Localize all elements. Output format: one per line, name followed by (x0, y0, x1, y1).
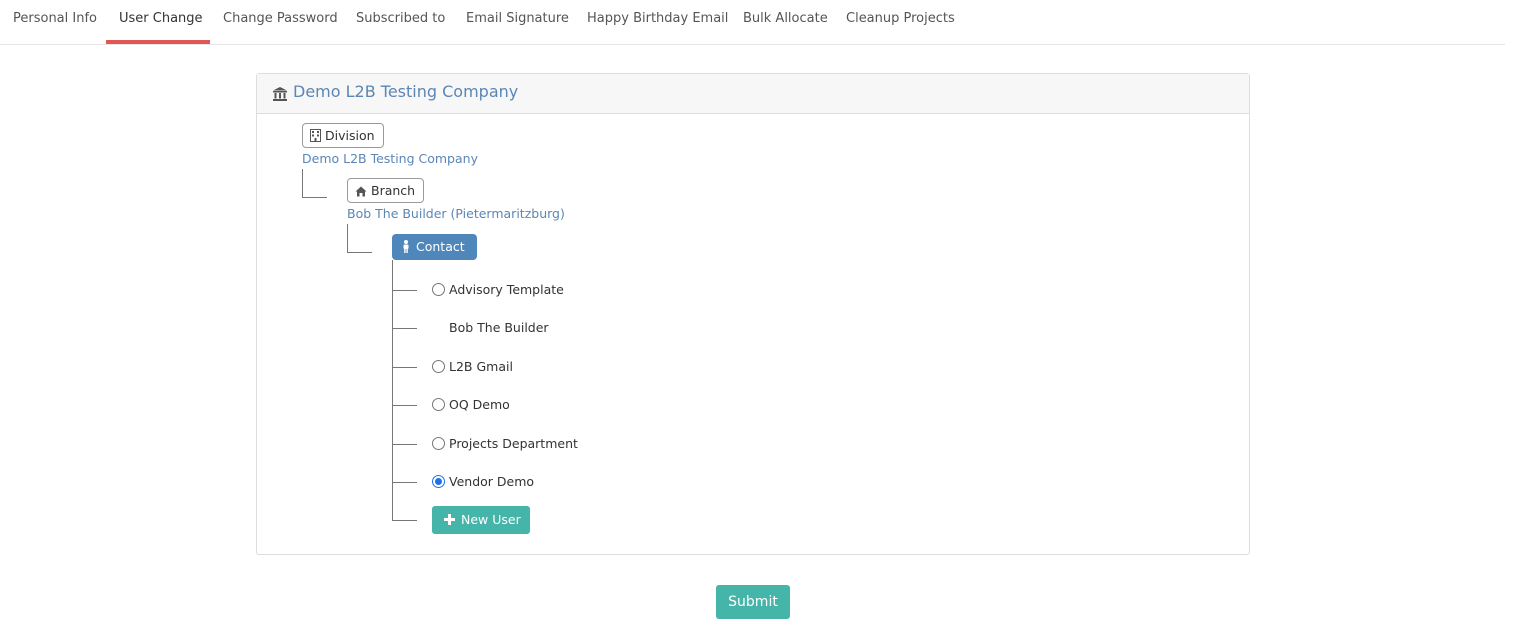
tab-cleanup-projects[interactable]: Cleanup Projects (846, 0, 955, 44)
tree-connector (302, 169, 303, 198)
tab-subscribed-to[interactable]: Subscribed to (356, 0, 445, 44)
panel-header: Demo L2B Testing Company (257, 74, 1249, 114)
user-radio[interactable] (432, 437, 445, 450)
active-tab-indicator (106, 40, 210, 44)
tab-bar: Personal Info User Change Change Passwor… (0, 0, 1505, 45)
tree-connector (392, 482, 417, 483)
bank-icon (273, 87, 287, 101)
panel-title[interactable]: Demo L2B Testing Company (293, 82, 518, 101)
user-name: Vendor Demo (449, 474, 535, 489)
home-icon (355, 186, 367, 197)
branch-name-link[interactable]: Bob The Builder (Pietermaritzburg) (347, 206, 565, 221)
tree-connector (392, 444, 417, 445)
tree-connector (392, 405, 417, 406)
tab-change-password[interactable]: Change Password (223, 0, 338, 44)
user-radio[interactable] (432, 283, 445, 296)
user-radio-selected[interactable] (432, 475, 445, 488)
tab-user-change[interactable]: User Change (119, 0, 203, 44)
tree-connector (392, 290, 417, 291)
tree-connector (302, 197, 327, 198)
tree-connector (347, 224, 348, 253)
tree-connector (392, 520, 417, 521)
tab-personal-info[interactable]: Personal Info (13, 0, 97, 44)
contact-button[interactable]: Contact (392, 234, 477, 260)
user-radio[interactable] (432, 398, 445, 411)
plus-icon (444, 514, 455, 525)
submit-button[interactable]: Submit (716, 585, 790, 619)
tree-connector (347, 252, 372, 253)
tab-bulk-allocate[interactable]: Bulk Allocate (743, 0, 828, 44)
building-icon (310, 129, 321, 142)
person-icon (403, 240, 409, 253)
tab-email-signature[interactable]: Email Signature (466, 0, 569, 44)
branch-label: Branch (371, 183, 416, 198)
new-user-label: New User (461, 512, 521, 527)
user-radio[interactable] (432, 360, 445, 373)
contact-label: Contact (416, 239, 465, 254)
tree-connector (392, 367, 417, 368)
division-label: Division (325, 128, 375, 143)
user-name: Advisory Template (449, 282, 564, 297)
user-name: L2B Gmail (449, 359, 513, 374)
division-name-link[interactable]: Demo L2B Testing Company (302, 151, 478, 166)
user-name: OQ Demo (449, 397, 510, 412)
division-button[interactable]: Division (302, 123, 384, 148)
new-user-button[interactable]: New User (432, 506, 530, 534)
user-name: Bob The Builder (449, 320, 549, 335)
branch-button[interactable]: Branch (347, 178, 425, 203)
user-name: Projects Department (449, 436, 578, 451)
tree-connector (392, 328, 417, 329)
tab-happy-birthday-email[interactable]: Happy Birthday Email (587, 0, 728, 44)
